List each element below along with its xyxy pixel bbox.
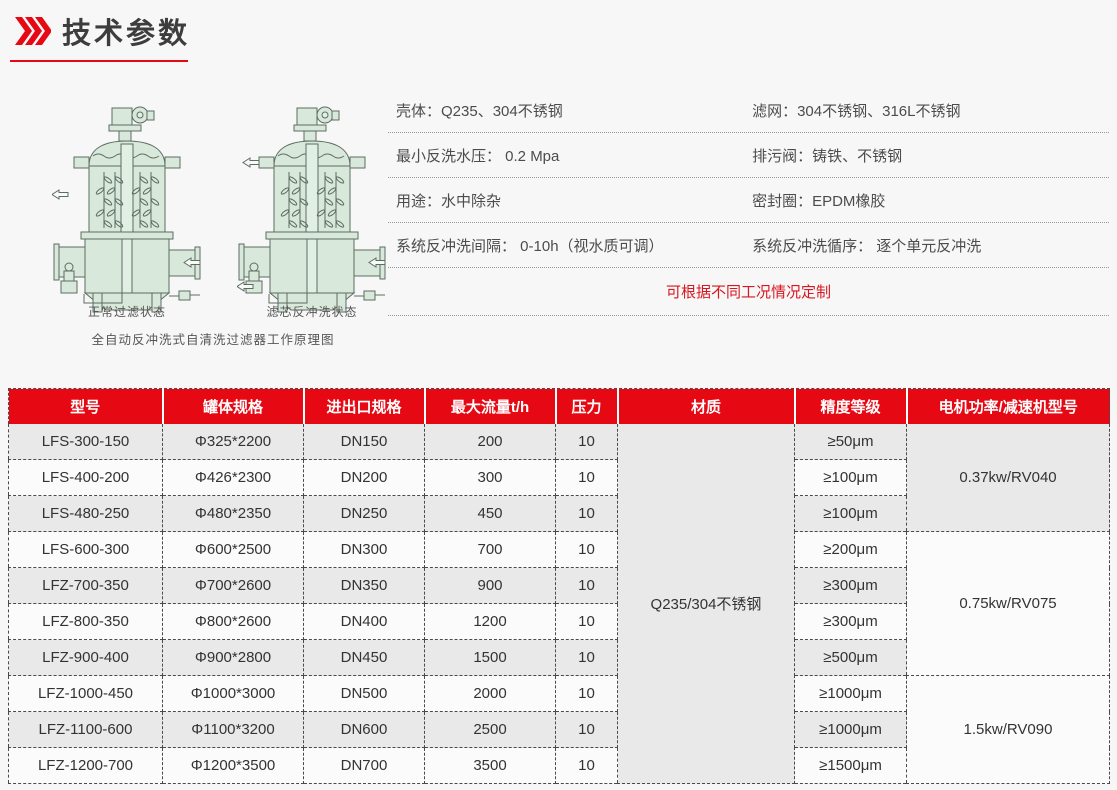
- cell-precision: ≥1000μm: [795, 712, 907, 748]
- working-principle-diagram: 正常过滤状态 滤芯反冲洗状态 全自动反冲洗式自清洗过滤器工作原理图: [0, 0, 420, 360]
- table-row: LFZ-1000-450 Φ1000*3000 DN500 2000 10 ≥1…: [9, 676, 1110, 712]
- cell-model: LFZ-1200-700: [9, 748, 163, 784]
- cell-tank: Φ1200*3500: [163, 748, 304, 784]
- cell-model: LFS-400-200: [9, 460, 163, 496]
- customization-note: 可根据不同工况情况定制: [666, 281, 831, 302]
- cell-model: LFZ-1100-600: [9, 712, 163, 748]
- spec-usage: 用途：水中除杂: [388, 190, 752, 211]
- cell-tank: Φ1000*3000: [163, 676, 304, 712]
- cell-precision: ≥100μm: [795, 496, 907, 532]
- parameters-table: 型号 罐体规格 进出口规格 最大流量t/h 压力 材质 精度等级 电机功率/减速…: [8, 388, 1110, 784]
- cell-flow: 2500: [425, 712, 556, 748]
- cell-port: DN700: [304, 748, 425, 784]
- cell-flow: 3500: [425, 748, 556, 784]
- cell-flow: 300: [425, 460, 556, 496]
- cell-model: LFZ-800-350: [9, 604, 163, 640]
- cell-precision: ≥1000μm: [795, 676, 907, 712]
- spec-row: 壳体：Q235、304不锈钢 滤网：304不锈钢、316L不锈钢: [388, 88, 1109, 133]
- cell-model: LFS-480-250: [9, 496, 163, 532]
- cell-flow: 700: [425, 532, 556, 568]
- cell-port: DN200: [304, 460, 425, 496]
- col-header-precision: 精度等级: [795, 389, 907, 424]
- spec-list: 壳体：Q235、304不锈钢 滤网：304不锈钢、316L不锈钢 最小反洗水压：…: [388, 88, 1109, 316]
- cell-tank: Φ325*2200: [163, 424, 304, 460]
- col-header-pressure: 压力: [556, 389, 618, 424]
- cell-pressure: 10: [556, 604, 618, 640]
- col-header-model: 型号: [9, 389, 163, 424]
- table-row: LFS-600-300 Φ600*2500 DN300 700 10 ≥200μ…: [9, 532, 1110, 568]
- cell-model: LFZ-700-350: [9, 568, 163, 604]
- spec-drain-valve: 排污阀：铸铁、不锈钢: [752, 145, 1109, 166]
- spec-min-backwash-pressure: 最小反洗水压： 0.2 Mpa: [388, 145, 752, 166]
- cell-pressure: 10: [556, 460, 618, 496]
- cell-pressure: 10: [556, 640, 618, 676]
- filter-vessel-backwash-diagram: [237, 98, 387, 316]
- cell-pressure: 10: [556, 748, 618, 784]
- filter-vessel-normal-diagram: [52, 98, 202, 316]
- spec-screen: 滤网：304不锈钢、316L不锈钢: [752, 100, 1109, 121]
- cell-port: DN400: [304, 604, 425, 640]
- cell-flow: 450: [425, 496, 556, 532]
- cell-tank: Φ426*2300: [163, 460, 304, 496]
- cell-port: DN450: [304, 640, 425, 676]
- col-header-port-spec: 进出口规格: [304, 389, 425, 424]
- cell-motor-group-1: 0.37kw/RV040: [907, 424, 1110, 532]
- cell-precision: ≥200μm: [795, 532, 907, 568]
- table-header-row: 型号 罐体规格 进出口规格 最大流量t/h 压力 材质 精度等级 电机功率/减速…: [9, 389, 1110, 424]
- spec-row: 最小反洗水压： 0.2 Mpa 排污阀：铸铁、不锈钢: [388, 133, 1109, 178]
- cell-model: LFS-300-150: [9, 424, 163, 460]
- cell-pressure: 10: [556, 568, 618, 604]
- cell-model: LFS-600-300: [9, 532, 163, 568]
- cell-port: DN500: [304, 676, 425, 712]
- cell-precision: ≥300μm: [795, 604, 907, 640]
- cell-pressure: 10: [556, 532, 618, 568]
- table-row: LFS-300-150 Φ325*2200 DN150 200 10 Q235/…: [9, 424, 1110, 460]
- diagram-label-backwash-state: 滤芯反冲洗状态: [232, 303, 392, 320]
- cell-motor-group-2: 0.75kw/RV075: [907, 532, 1110, 676]
- cell-port: DN300: [304, 532, 425, 568]
- cell-flow: 200: [425, 424, 556, 460]
- spec-row: 系统反冲洗间隔： 0-10h（视水质可调） 系统反冲洗循序： 逐个单元反冲洗: [388, 223, 1109, 268]
- spec-row: 用途：水中除杂 密封圈：EPDM橡胶: [388, 178, 1109, 223]
- col-header-motor-power: 电机功率/减速机型号: [907, 389, 1110, 424]
- col-header-material: 材质: [618, 389, 795, 424]
- cell-tank: Φ1100*3200: [163, 712, 304, 748]
- cell-flow: 2000: [425, 676, 556, 712]
- cell-tank: Φ700*2600: [163, 568, 304, 604]
- cell-tank: Φ480*2350: [163, 496, 304, 532]
- col-header-tank-spec: 罐体规格: [163, 389, 304, 424]
- cell-precision: ≥1500μm: [795, 748, 907, 784]
- cell-tank: Φ900*2800: [163, 640, 304, 676]
- cell-port: DN250: [304, 496, 425, 532]
- cell-pressure: 10: [556, 712, 618, 748]
- cell-tank: Φ600*2500: [163, 532, 304, 568]
- cell-precision: ≥300μm: [795, 568, 907, 604]
- cell-precision: ≥100μm: [795, 460, 907, 496]
- cell-model: LFZ-900-400: [9, 640, 163, 676]
- diagram-label-normal-state: 正常过滤状态: [52, 303, 202, 320]
- spec-seal-ring: 密封圈：EPDM橡胶: [752, 190, 1109, 211]
- cell-pressure: 10: [556, 424, 618, 460]
- cell-port: DN600: [304, 712, 425, 748]
- technical-parameters-page: 技术参数: [0, 0, 1117, 790]
- cell-flow: 900: [425, 568, 556, 604]
- cell-port: DN350: [304, 568, 425, 604]
- cell-model: LFZ-1000-450: [9, 676, 163, 712]
- cell-material-merged: Q235/304不锈钢: [618, 424, 795, 784]
- cell-precision: ≥500μm: [795, 640, 907, 676]
- col-header-max-flow: 最大流量t/h: [425, 389, 556, 424]
- cell-tank: Φ800*2600: [163, 604, 304, 640]
- cell-flow: 1500: [425, 640, 556, 676]
- spec-backwash-interval: 系统反冲洗间隔： 0-10h（视水质可调）: [388, 235, 752, 256]
- diagram-caption: 全自动反冲洗式自清洗过滤器工作原理图: [28, 329, 398, 348]
- cell-port: DN150: [304, 424, 425, 460]
- cell-pressure: 10: [556, 676, 618, 712]
- cell-precision: ≥50μm: [795, 424, 907, 460]
- cell-motor-group-3: 1.5kw/RV090: [907, 676, 1110, 784]
- spec-shell: 壳体：Q235、304不锈钢: [388, 100, 752, 121]
- cell-flow: 1200: [425, 604, 556, 640]
- cell-pressure: 10: [556, 496, 618, 532]
- spec-backwash-sequence: 系统反冲洗循序： 逐个单元反冲洗: [752, 235, 1109, 256]
